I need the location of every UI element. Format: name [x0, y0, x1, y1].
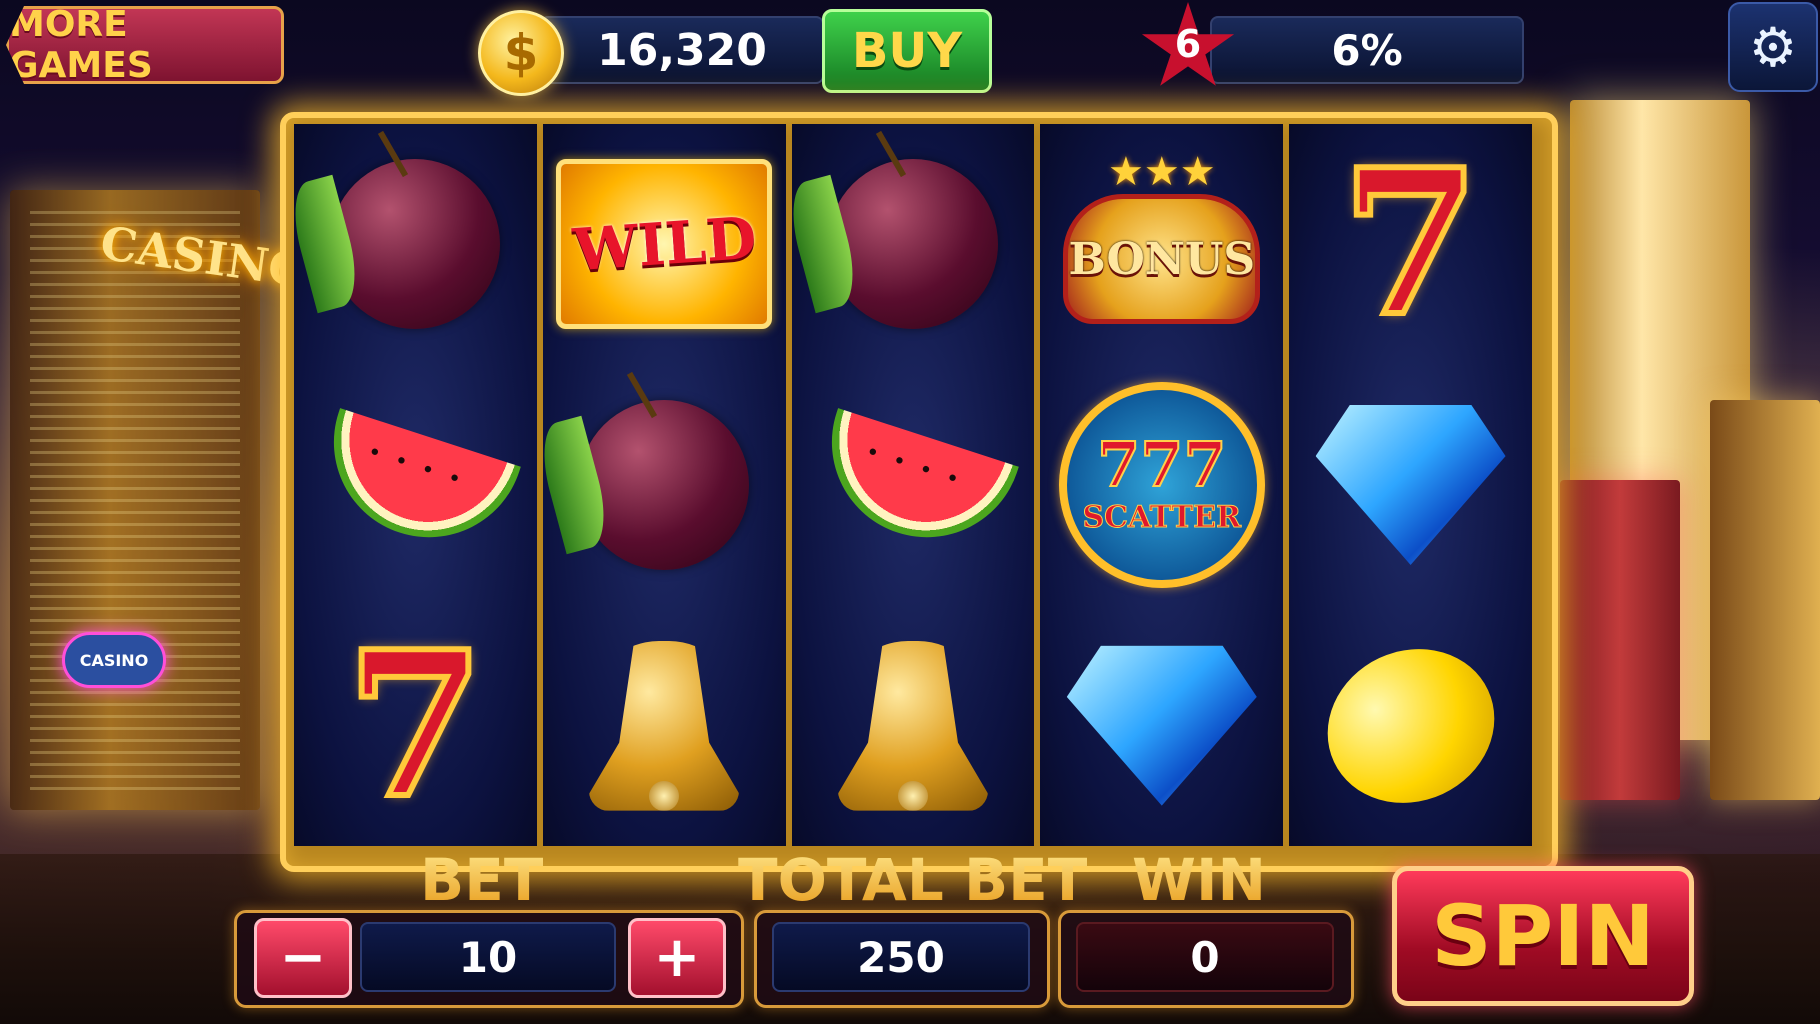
reel-5: 7: [1289, 124, 1532, 846]
bonus-symbol-text: BONUS: [1068, 233, 1256, 285]
reel-cell: 7: [1301, 134, 1521, 354]
reel-cell: [554, 375, 774, 595]
reel-1: 7: [294, 124, 537, 846]
plum-symbol-icon: [330, 159, 501, 330]
reel-cell: [305, 134, 525, 354]
reel-cell: [305, 375, 525, 595]
reel-cell: 7: [305, 616, 525, 836]
watermelon-symbol-icon: [807, 408, 1019, 562]
reel-cell: [803, 375, 1023, 595]
lemon-symbol-icon: [1301, 621, 1520, 830]
total-bet-label: TOTAL BET: [738, 846, 1088, 914]
xp-progress: 6%: [1210, 16, 1524, 84]
reel-2: WILD: [542, 124, 786, 846]
wild-symbol-icon: WILD: [556, 159, 773, 330]
wild-symbol-text: WILD: [570, 204, 759, 285]
reel-cell: [1052, 616, 1272, 836]
diamond-symbol-icon: [1315, 404, 1506, 565]
total-bet-value: 250: [772, 922, 1030, 992]
reel-cell: ★★★ BONUS: [1052, 134, 1272, 354]
win-label: WIN: [1132, 846, 1267, 914]
casino-building-red: [1560, 480, 1680, 800]
bet-decrease-button[interactable]: −: [254, 918, 352, 998]
coin-icon: $: [478, 10, 564, 96]
seven-symbol-icon: 7: [1338, 126, 1483, 362]
reel-cell: [1301, 375, 1521, 595]
scatter-symbol-icon: 777 SCATTER: [1058, 381, 1265, 588]
bonus-badge: BONUS: [1063, 194, 1261, 325]
scatter-number: 777: [1096, 428, 1227, 502]
reel-cell: [803, 616, 1023, 836]
coin-balance: 16,320: [540, 16, 824, 84]
reel-4: ★★★ BONUS 777 SCATTER: [1040, 124, 1284, 846]
slot-reels: 7WILD★★★BONUS777SCATTER7: [294, 124, 1532, 846]
seven-symbol-icon: 7: [343, 607, 488, 843]
bell-symbol-icon: [589, 640, 740, 811]
diamond-symbol-icon: [1066, 645, 1257, 806]
bet-increase-button[interactable]: +: [628, 918, 726, 998]
buy-button[interactable]: BUY: [822, 9, 992, 93]
bet-label: BET: [420, 846, 544, 914]
casino-small-sign: CASINO: [62, 632, 166, 688]
casino-building-right: [1710, 400, 1820, 800]
settings-button[interactable]: ⚙: [1728, 2, 1818, 92]
bell-symbol-icon: [837, 640, 988, 811]
reel-cell: 777 SCATTER: [1052, 375, 1272, 595]
scatter-symbol-text: SCATTER: [1082, 500, 1242, 536]
watermelon-symbol-icon: [309, 408, 522, 562]
spin-button[interactable]: SPIN: [1392, 866, 1694, 1006]
more-games-button[interactable]: MORE GAMES: [6, 6, 284, 84]
reel-3: [791, 124, 1035, 846]
player-level: 6: [1174, 22, 1202, 66]
bonus-symbol-icon: ★★★ BONUS: [1063, 149, 1261, 339]
plum-symbol-icon: [827, 159, 998, 330]
plum-symbol-icon: [579, 399, 750, 570]
reel-cell: [1301, 616, 1521, 836]
reel-cell: [803, 134, 1023, 354]
bet-value: 10: [360, 922, 616, 992]
win-value: 0: [1076, 922, 1334, 992]
bonus-stars-icon: ★★★: [1107, 149, 1216, 196]
gear-icon: ⚙: [1748, 15, 1798, 79]
reel-cell: [554, 616, 774, 836]
reel-cell: WILD: [554, 134, 774, 354]
